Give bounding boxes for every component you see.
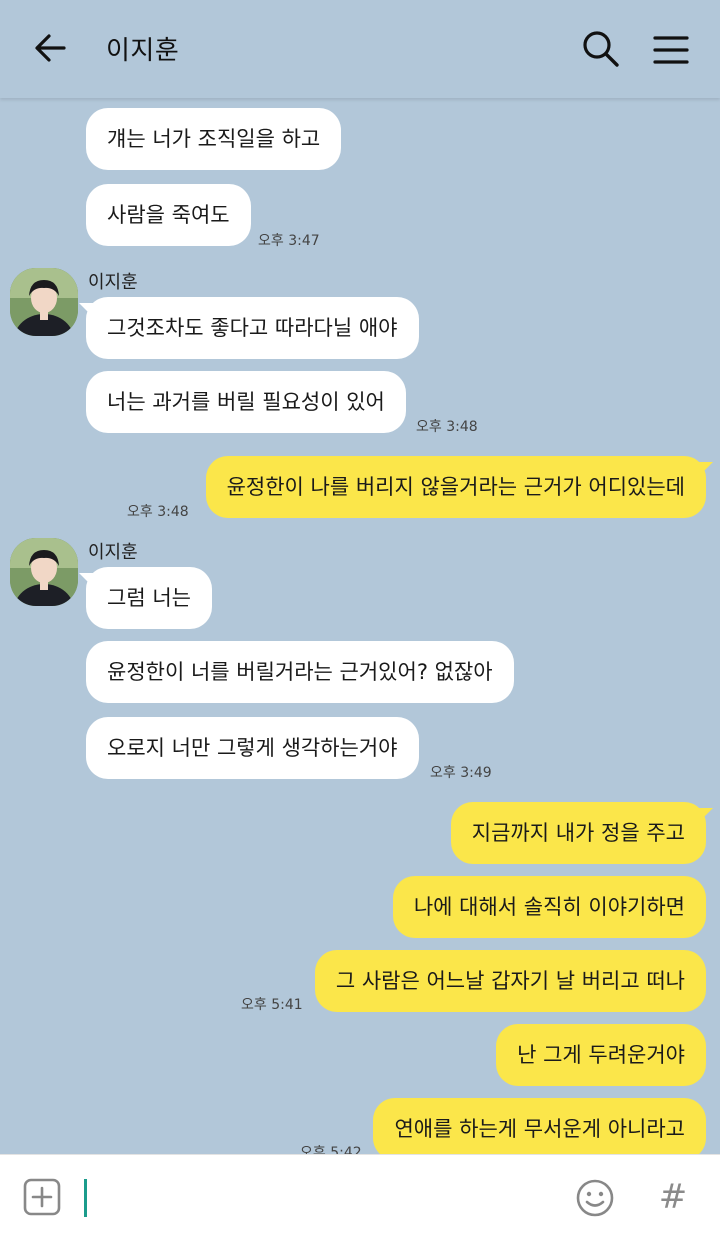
message-bubble-outgoing[interactable]: 지금까지 내가 정을 주고 — [450, 802, 714, 864]
chat-title: 이지훈 — [106, 36, 180, 66]
message-bubble-incoming[interactable]: 너는 과거를 버릴 필요성이 있어 — [86, 371, 406, 433]
message-bubble-outgoing[interactable]: 난 그게 두려운거야 — [496, 1024, 706, 1086]
message-bubble-outgoing[interactable]: 나에 대해서 솔직히 이야기하면 — [392, 876, 706, 938]
arrow-left-icon[interactable] — [30, 28, 70, 68]
message-timestamp: 오후 3:48 — [416, 419, 478, 435]
message-timestamp: 오후 3:48 — [127, 504, 189, 520]
message-bubble-incoming[interactable]: 그것조차도 좋다고 따라다닐 애야 — [79, 297, 419, 359]
search-icon[interactable] — [580, 28, 622, 70]
message-input[interactable] — [84, 1179, 554, 1217]
message-bubble-outgoing[interactable]: 연애를 하는게 무서운게 아니라고 — [373, 1098, 706, 1154]
message-timestamp: 오후 3:49 — [430, 765, 492, 781]
avatar[interactable] — [10, 268, 78, 336]
message-bubble-outgoing[interactable]: 그 사람은 어느날 갑자기 날 버리고 떠나 — [314, 950, 706, 1012]
message-timestamp: 오후 3:47 — [258, 233, 320, 249]
text-cursor — [84, 1179, 87, 1217]
message-bubble-incoming[interactable]: 그럼 너는 — [79, 567, 212, 629]
message-input-bar: # — [0, 1154, 720, 1238]
message-bubble-outgoing[interactable]: 윤정한이 나를 버리지 않을거라는 근거가 어디있는데 — [205, 456, 714, 518]
message-bubble-incoming[interactable]: 걔는 너가 조직일을 하고 — [86, 108, 342, 170]
message-timestamp: 오후 5:41 — [241, 997, 303, 1013]
message-timestamp: 오후 5:42 — [300, 1145, 362, 1154]
plus-box-icon[interactable] — [22, 1177, 62, 1217]
avatar[interactable] — [10, 538, 78, 606]
smiley-icon[interactable] — [574, 1177, 616, 1219]
hashtag-button[interactable]: # — [652, 1175, 694, 1219]
sender-name: 이지훈 — [88, 272, 138, 293]
chat-header: 이지훈 — [0, 0, 720, 98]
message-bubble-incoming[interactable]: 오로지 너만 그렇게 생각하는거야 — [86, 717, 419, 779]
profile-photo — [10, 268, 78, 336]
sender-name: 이지훈 — [88, 542, 138, 563]
hamburger-menu-icon[interactable] — [650, 30, 692, 70]
message-list[interactable]: 걔는 너가 조직일을 하고 사람을 죽여도 오후 3:47 이지훈 그것조차도 … — [0, 98, 720, 1154]
message-bubble-incoming[interactable]: 사람을 죽여도 — [86, 184, 251, 246]
message-bubble-incoming[interactable]: 윤정한이 너를 버릴거라는 근거있어? 없잖아 — [86, 641, 514, 703]
profile-photo — [10, 538, 78, 606]
